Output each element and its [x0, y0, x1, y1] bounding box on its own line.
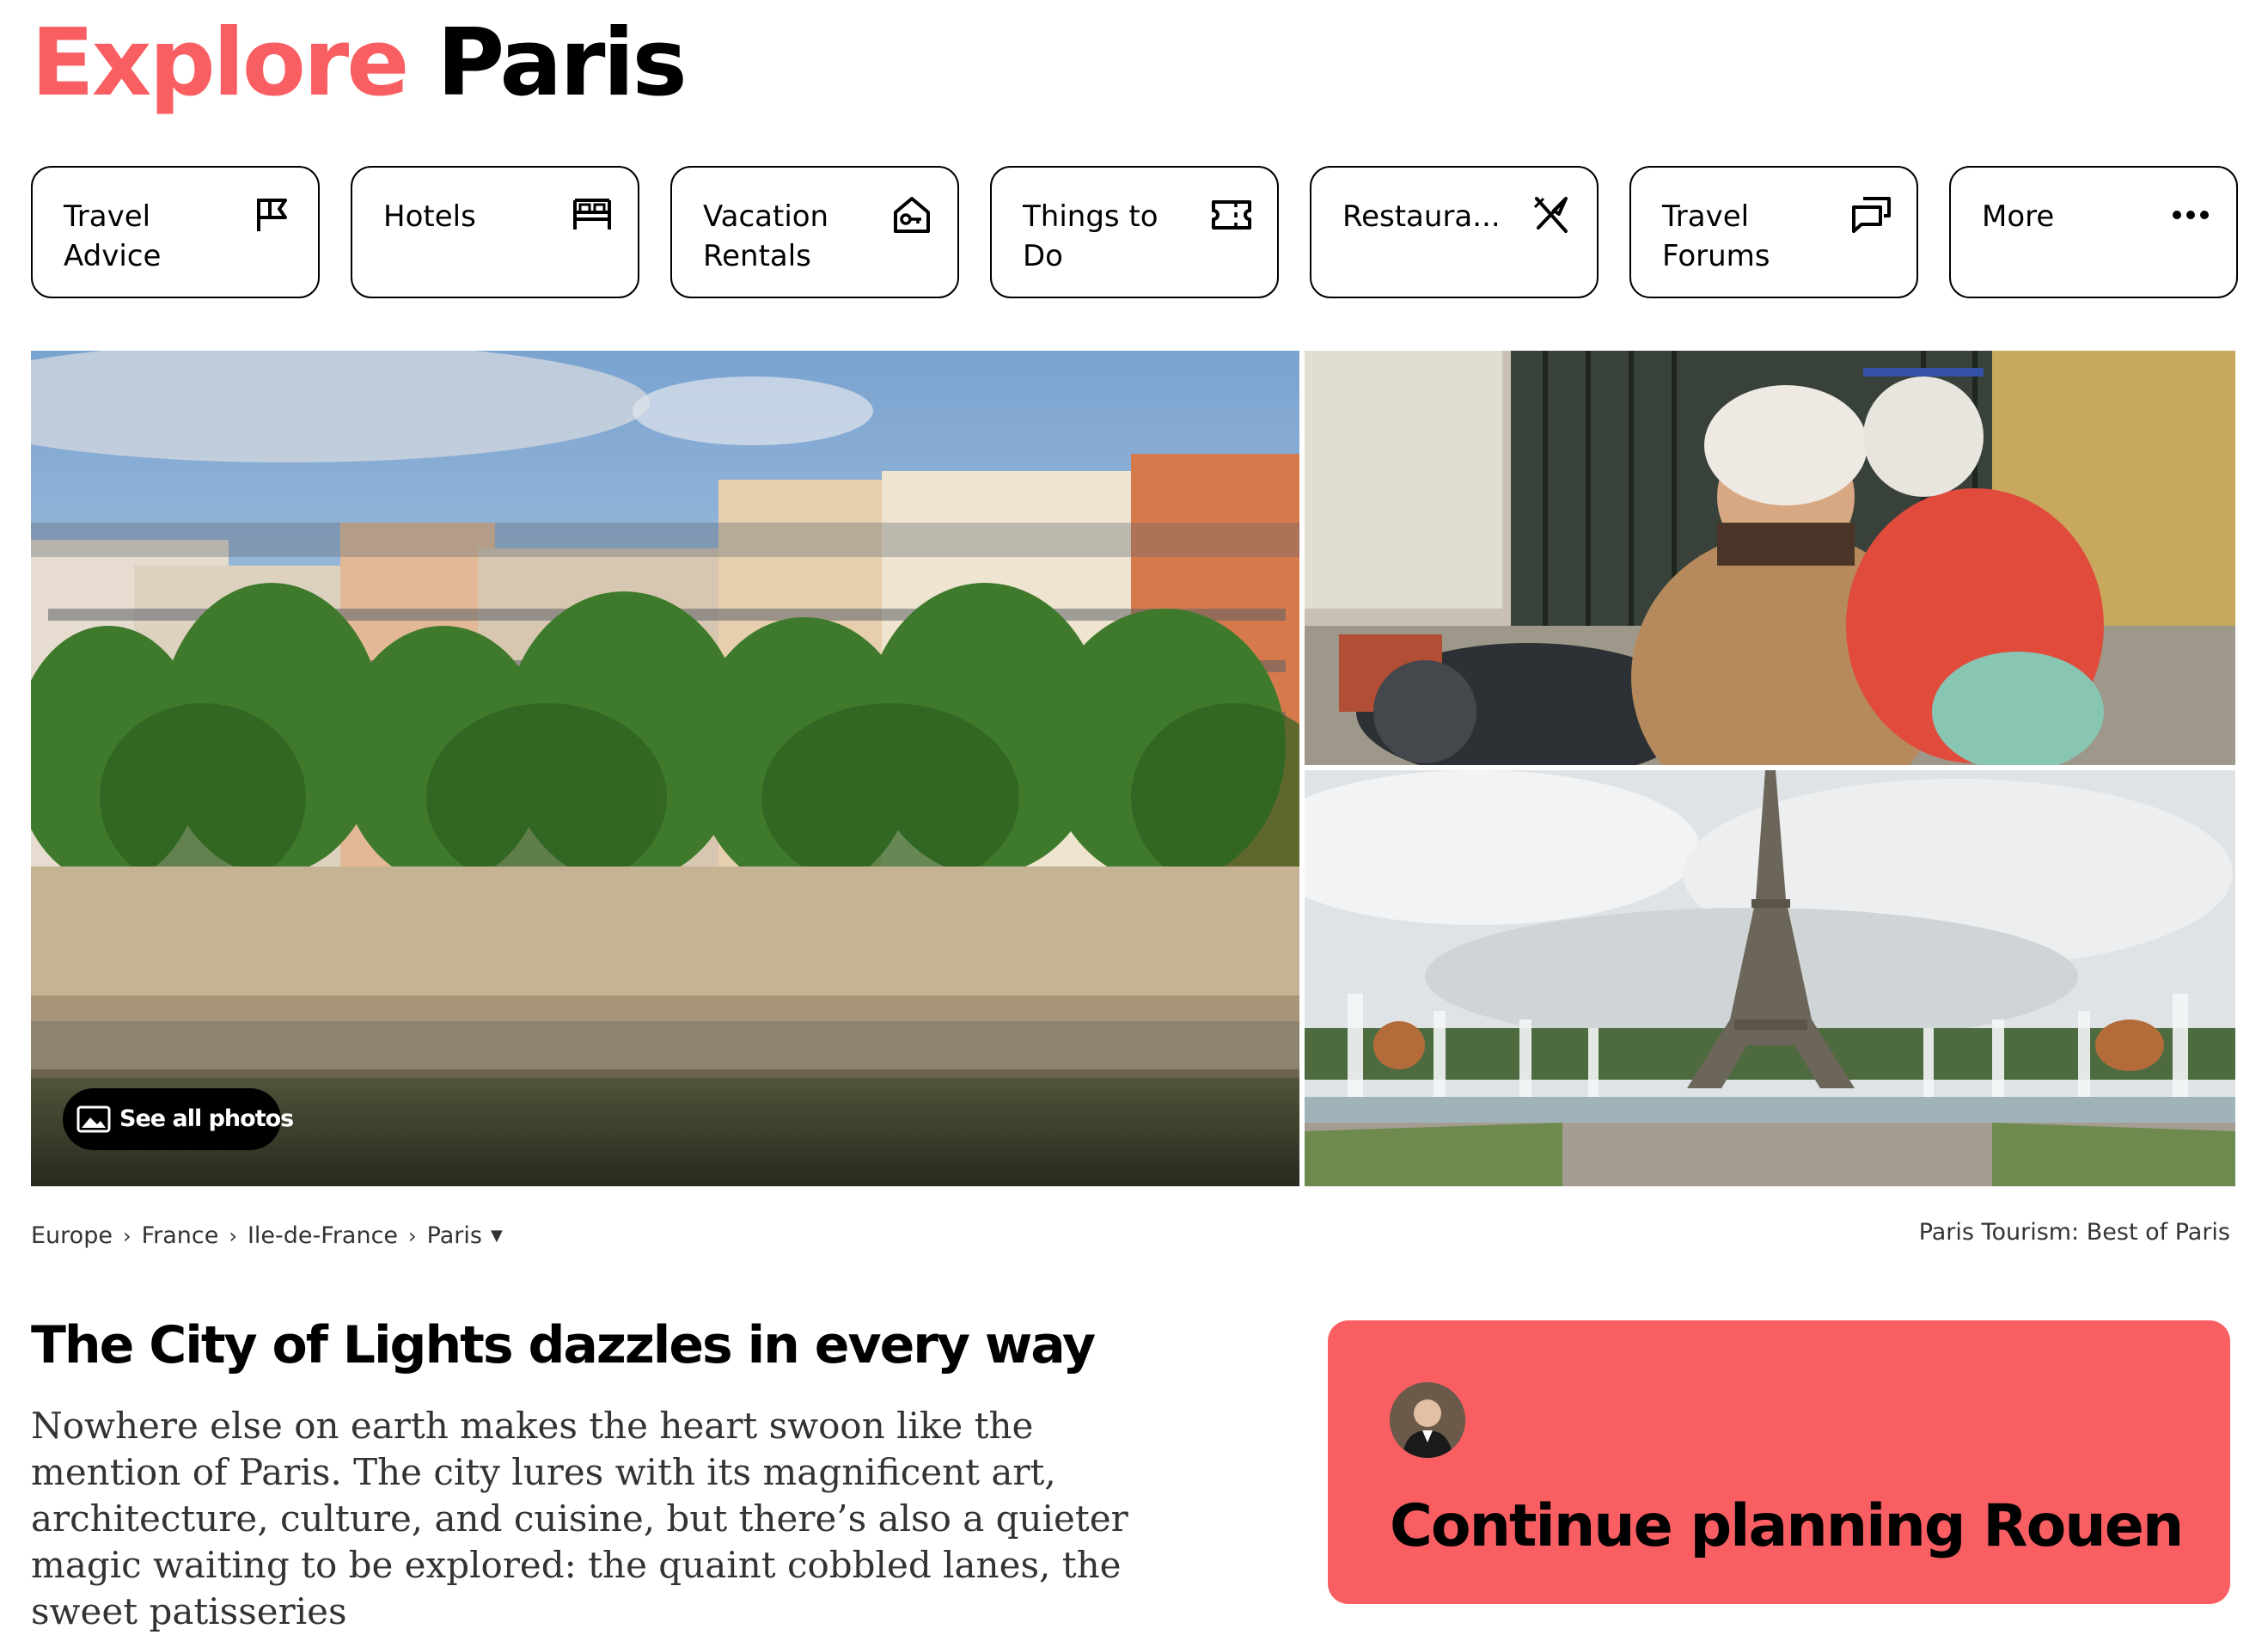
ticket-icon	[1212, 200, 1251, 230]
main-photo-seine[interactable]	[31, 351, 1299, 1186]
photo-eiffel-tower[interactable]	[1305, 770, 2235, 1186]
flag-icon	[257, 199, 287, 231]
nav-restaurants-button[interactable]: Restaura...	[1310, 166, 1599, 298]
tourism-link[interactable]: Paris Tourism: Best of Paris	[1919, 1219, 2230, 1246]
breadcrumb-item-europe[interactable]: Europe	[31, 1222, 113, 1249]
chevron-right-icon: ›	[408, 1223, 417, 1248]
nav-label: Vacation Rentals	[703, 199, 829, 273]
breadcrumb-item-paris[interactable]: Paris	[427, 1222, 482, 1249]
image-icon	[76, 1105, 111, 1133]
house-key-icon	[894, 197, 930, 233]
chevron-right-icon: ›	[122, 1223, 131, 1248]
photo-sidecar-riders[interactable]	[1305, 351, 2235, 765]
seine-image	[31, 351, 1299, 1186]
see-all-photos-label: See all photos	[119, 1105, 294, 1132]
nav-label: Travel Advice	[64, 199, 162, 273]
nav-label: More	[1982, 199, 2055, 234]
eiffel-image	[1305, 770, 2235, 1186]
avatar	[1390, 1382, 1465, 1458]
breadcrumb-item-ile-de-france[interactable]: Ile-de-France	[248, 1222, 398, 1249]
nav-vacation-rentals-button[interactable]: Vacation Rentals	[670, 166, 959, 298]
nav-label: Hotels	[383, 199, 476, 234]
nav-more-button[interactable]: More	[1949, 166, 2238, 298]
page-title-city: Paris	[437, 9, 688, 117]
nav-travel-forums-button[interactable]: Travel Forums	[1629, 166, 1918, 298]
nav-label: Travel Forums	[1662, 199, 1770, 273]
nav-label: Restaura...	[1342, 199, 1501, 234]
promo-title: Continue planning Rouen	[1390, 1492, 2184, 1560]
chevron-right-icon: ›	[229, 1223, 237, 1248]
breadcrumb-item-france[interactable]: France	[142, 1222, 219, 1249]
continue-planning-card[interactable]: Continue planning Rouen	[1328, 1320, 2230, 1604]
intro-headline: The City of Lights dazzles in every way	[31, 1315, 1096, 1375]
caret-down-icon[interactable]: ▼	[491, 1227, 503, 1245]
breadcrumb: Europe › France › Ile-de-France › Paris …	[31, 1222, 503, 1249]
intro-body: Nowhere else on earth makes the heart sw…	[31, 1405, 1128, 1632]
nav-label: Things to Do	[1023, 199, 1158, 273]
nav-travel-advice-button[interactable]: Travel Advice	[31, 166, 320, 298]
nav-hotels-button[interactable]: Hotels	[351, 166, 639, 298]
page-title: Explore Paris	[31, 0, 688, 127]
forum-icon	[1852, 197, 1891, 233]
see-all-photos-button[interactable]: See all photos	[63, 1088, 294, 1150]
page-title-accent: Explore	[31, 9, 409, 117]
bed-icon	[573, 199, 611, 230]
sidecar-image	[1305, 351, 2235, 765]
nav-things-to-do-button[interactable]: Things to Do	[990, 166, 1279, 298]
fork-knife-icon	[1533, 197, 1568, 233]
ellipsis-icon	[2173, 211, 2209, 219]
